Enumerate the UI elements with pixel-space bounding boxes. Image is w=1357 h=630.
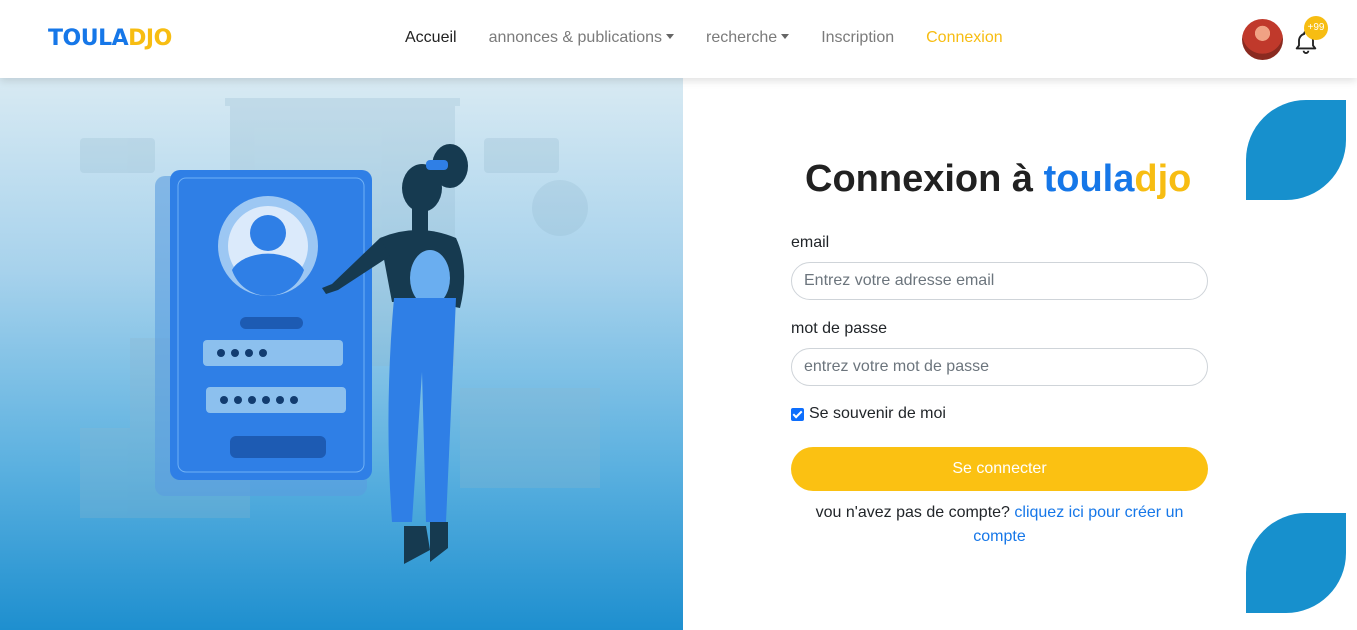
nav-links: Accueil annonces & publications recherch… [405, 29, 1035, 47]
password-label: mot de passe [791, 320, 888, 337]
password-input[interactable] [791, 348, 1208, 386]
decorative-blob-bottom [1246, 513, 1346, 613]
navbar: TOULADJO Accueil annonces & publications… [0, 0, 1357, 78]
hero-illustration [0, 78, 683, 630]
notification-badge: +99 [1304, 16, 1328, 40]
login-submit-button[interactable]: Se connecter [791, 447, 1208, 491]
login-title-prefix: Connexion à [805, 158, 1044, 200]
login-title-brand-2: djo [1134, 158, 1192, 200]
nav-search-dropdown[interactable]: recherche [706, 29, 790, 47]
caret-down-icon [666, 34, 675, 39]
signup-prompt: vou n'avez pas de compte? cliquez ici po… [791, 501, 1208, 549]
login-illustration [80, 98, 600, 564]
nav-home[interactable]: Accueil [405, 29, 457, 47]
caret-down-icon [781, 34, 790, 39]
email-input[interactable] [791, 262, 1208, 300]
nav-login[interactable]: Connexion [926, 29, 1003, 47]
nav-announcements-dropdown[interactable]: annonces & publications [488, 29, 675, 47]
brand-part-2: DJO [128, 26, 172, 51]
decorative-blob-top [1246, 100, 1346, 200]
brand-part-1: TOULA [48, 26, 129, 51]
brand-logo[interactable]: TOULADJO [48, 26, 172, 51]
login-title: Connexion à touladjo [805, 158, 1191, 201]
remember-me-label: Se souvenir de moi [809, 405, 946, 422]
remember-me[interactable]: Se souvenir de moi [791, 405, 946, 423]
email-label: email [791, 234, 830, 251]
remember-me-checkbox[interactable] [791, 407, 804, 421]
user-avatar[interactable] [1242, 19, 1283, 60]
nav-register[interactable]: Inscription [821, 29, 894, 47]
nav-search-label: recherche [706, 29, 778, 46]
nav-announcements-label: annonces & publications [488, 29, 663, 46]
signup-text: vou n'avez pas de compte? [815, 504, 1010, 521]
login-title-brand-1: toula [1043, 158, 1135, 200]
